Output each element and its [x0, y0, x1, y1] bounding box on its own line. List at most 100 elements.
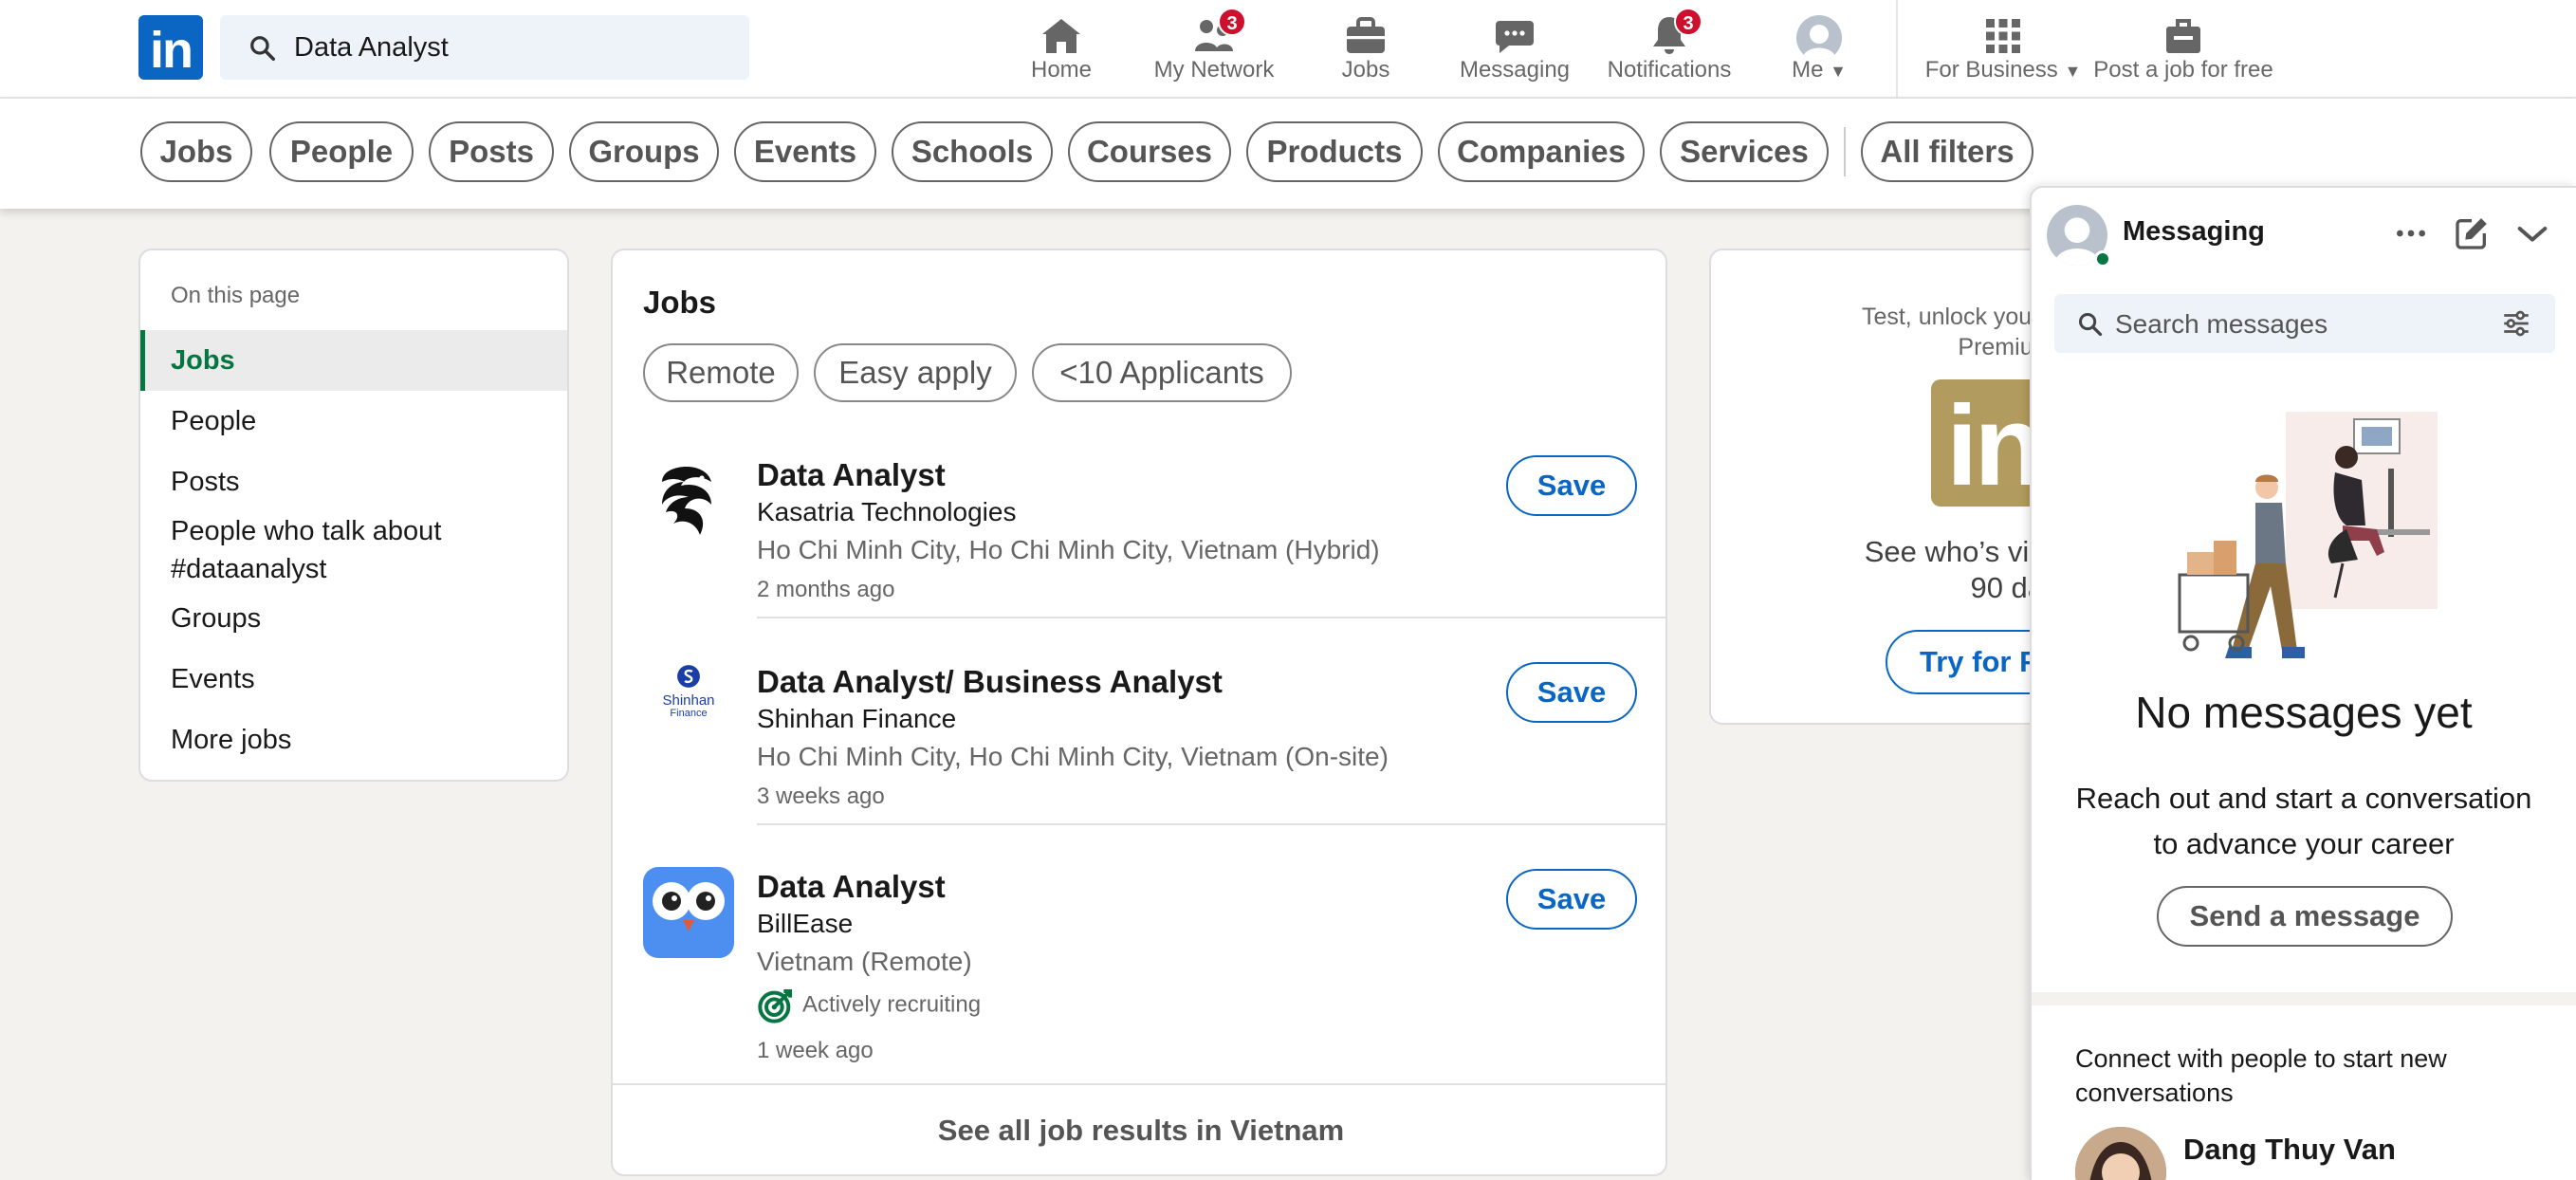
empty-inbox-illustration — [2178, 412, 2438, 658]
job-age: 2 months ago — [757, 577, 895, 602]
job-company: BillEase — [757, 909, 854, 938]
filter-courses[interactable]: Courses — [1068, 121, 1231, 182]
online-status-dot — [2094, 250, 2111, 267]
grid-icon — [1986, 19, 2020, 53]
search-messages-placeholder: Search messages — [2115, 309, 2328, 339]
notifications-badge: 3 — [1674, 8, 1702, 36]
filter-posts[interactable]: Posts — [429, 121, 554, 182]
job-divider — [757, 823, 1665, 825]
filter-groups[interactable]: Groups — [569, 121, 719, 182]
suggested-person-avatar[interactable] — [2075, 1127, 2166, 1180]
nav-messaging-label: Messaging — [1459, 57, 1571, 83]
save-button[interactable]: Save — [1506, 662, 1637, 723]
filter-schools[interactable]: Schools — [892, 121, 1053, 182]
on-this-page-jobs[interactable]: Jobs — [140, 330, 567, 391]
nav-home[interactable]: Home — [1014, 8, 1109, 93]
filter-people[interactable]: People — [269, 121, 414, 182]
job-item[interactable]: Shinhan Finance Data Analyst/ Business A… — [613, 643, 1665, 833]
filter-jobs[interactable]: Jobs — [140, 121, 252, 182]
send-message-button[interactable]: Send a message — [2157, 886, 2453, 947]
no-messages-title: No messages yet — [2135, 688, 2473, 737]
see-all-jobs-bar[interactable]: See all job results in Vietnam — [613, 1083, 1665, 1174]
on-this-page-more-jobs[interactable]: More jobs — [140, 710, 567, 770]
actively-recruiting: Actively recruiting — [757, 986, 981, 1024]
nav-me-label: Me — [1792, 57, 1824, 83]
search-icon — [2078, 312, 2103, 337]
job-title[interactable]: Data Analyst — [757, 457, 946, 493]
compose-icon[interactable] — [2453, 214, 2491, 252]
no-messages-subtitle: Reach out and start a conversation to ad… — [2051, 776, 2557, 867]
see-all-jobs-link[interactable]: See all job results in Vietnam — [613, 1114, 1665, 1148]
nav-me[interactable]: Me ▼ — [1772, 8, 1867, 93]
network-badge: 3 — [1218, 8, 1246, 36]
chat-icon — [1496, 21, 1534, 53]
briefcase-icon — [1347, 17, 1385, 53]
jobs-card: Jobs Remote Easy apply <10 Applicants Da… — [611, 249, 1667, 1176]
connect-prompt-2: conversations — [2075, 1079, 2234, 1107]
filter-products[interactable]: Products — [1246, 121, 1423, 182]
search-messages-input[interactable]: Search messages — [2054, 294, 2555, 353]
nav-post-job-label: Post a job for free — [2093, 57, 2273, 83]
filter-sliders-icon[interactable] — [2500, 307, 2532, 340]
on-this-page-people[interactable]: People — [140, 391, 567, 452]
nav-for-business-label: For Business — [1924, 57, 2058, 83]
nav-me-row: Me ▼ — [1772, 57, 1867, 83]
search-query[interactable]: Data Analyst — [294, 32, 449, 64]
recruiting-label: Actively recruiting — [802, 991, 982, 1018]
save-button[interactable]: Save — [1506, 455, 1637, 516]
connect-prompt: Connect with people to start new convers… — [2075, 1042, 2549, 1110]
on-this-page-hashtag[interactable]: People who talk about #dataanalyst — [140, 512, 567, 588]
nav-for-business[interactable]: For Business ▼ — [1918, 8, 2088, 93]
nav-messaging[interactable]: Messaging — [1453, 8, 1576, 93]
filter-companies[interactable]: Companies — [1438, 121, 1645, 182]
messaging-panel: Messaging Search messages No messages ye… — [2030, 186, 2576, 1180]
nav-my-network[interactable]: 3 My Network — [1138, 8, 1290, 93]
top-nav: in Data Analyst Home 3 My Network Jobs M… — [0, 0, 2576, 99]
job-title[interactable]: Data Analyst/ Business Analyst — [757, 664, 1223, 700]
nav-my-network-label: My Network — [1153, 57, 1275, 83]
on-this-page-card: On this page Jobs People Posts People wh… — [138, 249, 569, 782]
caret-down-icon: ▼ — [2064, 62, 2082, 81]
search-icon — [250, 36, 275, 61]
nav-for-business-row: For Business ▼ — [1918, 57, 2088, 83]
shinhan-logo-sub: Finance — [670, 708, 708, 719]
post-job-icon — [2166, 19, 2200, 53]
job-title[interactable]: Data Analyst — [757, 869, 946, 905]
suggested-person-name[interactable]: Dang Thuy Van — [2183, 1133, 2396, 1167]
on-this-page-events[interactable]: Events — [140, 649, 567, 710]
no-messages-subtitle-1: Reach out and start a conversation — [2075, 782, 2532, 815]
nav-notifications[interactable]: 3 Notifications — [1598, 8, 1740, 93]
hashtag-line-2: #dataanalyst — [171, 554, 327, 584]
nav-home-label: Home — [1030, 57, 1093, 83]
linkedin-logo[interactable]: in — [138, 15, 203, 80]
job-age: 3 weeks ago — [757, 784, 885, 809]
connect-prompt-1: Connect with people to start new — [2075, 1044, 2447, 1073]
avatar — [1796, 15, 1842, 61]
job-location: Ho Chi Minh City, Ho Chi Minh City, Viet… — [757, 535, 1380, 564]
jobs-pill-easy-apply[interactable]: Easy apply — [814, 343, 1017, 402]
filter-services[interactable]: Services — [1660, 121, 1829, 182]
nav-jobs-label: Jobs — [1341, 57, 1390, 83]
nav-post-job[interactable]: Post a job for free — [2087, 8, 2280, 93]
home-icon — [1042, 19, 1080, 53]
messaging-title[interactable]: Messaging — [2123, 216, 2265, 248]
search-input[interactable]: Data Analyst — [220, 15, 749, 80]
on-this-page-groups[interactable]: Groups — [140, 588, 567, 649]
save-button[interactable]: Save — [1506, 869, 1637, 930]
jobs-pill-remote[interactable]: Remote — [643, 343, 799, 402]
job-item[interactable]: Data Analyst Kasatria Technologies Ho Ch… — [613, 436, 1665, 626]
hashtag-line-1: People who talk about — [171, 516, 442, 546]
more-options-icon[interactable] — [2392, 214, 2430, 252]
shinhan-mark-icon — [677, 665, 700, 688]
on-this-page-posts[interactable]: Posts — [140, 452, 567, 512]
job-item[interactable]: Data Analyst BillEase Vietnam (Remote) A… — [613, 850, 1665, 1078]
caret-down-icon: ▼ — [1830, 62, 1847, 81]
filter-all-filters[interactable]: All filters — [1861, 121, 2033, 182]
jobs-pill-applicants[interactable]: <10 Applicants — [1032, 343, 1292, 402]
on-this-page-heading: On this page — [171, 283, 301, 308]
filter-events[interactable]: Events — [734, 121, 876, 182]
shinhan-logo: Shinhan Finance — [643, 656, 734, 747]
nav-jobs[interactable]: Jobs — [1318, 8, 1413, 93]
chevron-down-icon[interactable] — [2513, 214, 2551, 252]
job-age: 1 week ago — [757, 1038, 874, 1063]
